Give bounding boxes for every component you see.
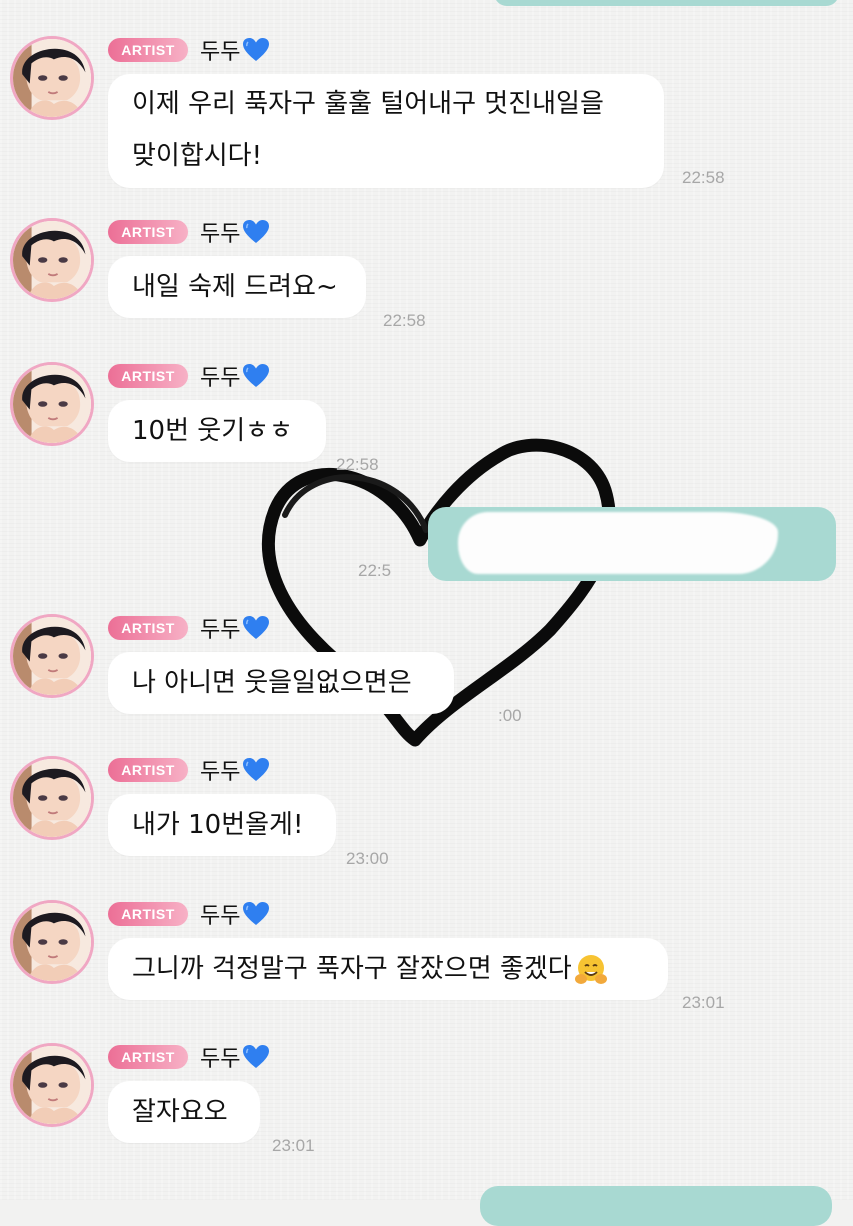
- artist-badge: ARTIST: [108, 1045, 188, 1069]
- chat-message: ARTIST 두두그니까 걱정말구 푹자구 잘잤으면 좋겠다 23:01: [0, 900, 853, 1022]
- avatar[interactable]: [10, 756, 94, 840]
- sender-name-text: 두두: [200, 222, 241, 247]
- sender-name: 두두: [200, 216, 270, 248]
- message-text: 내가 10번올게!: [132, 810, 304, 840]
- message-time: 22:58: [336, 455, 379, 474]
- artist-badge: ARTIST: [108, 758, 188, 782]
- sender-name-text: 두두: [200, 618, 241, 643]
- message-time: 23:01: [682, 993, 725, 1012]
- sender-name: 두두: [200, 754, 270, 786]
- sender-name: 두두: [200, 34, 270, 66]
- blue-heart-icon: [243, 220, 270, 243]
- avatar[interactable]: [10, 1043, 94, 1127]
- my-message-time: 22:5: [358, 561, 392, 580]
- blue-heart-icon: [243, 1045, 270, 1068]
- message-bubble[interactable]: 잘자요오: [108, 1081, 260, 1143]
- my-message-bubble-bottom[interactable]: [480, 1186, 832, 1226]
- chat-message: ARTIST 두두나 아니면 웃을일없으면은 :00: [0, 614, 853, 736]
- message-bubble[interactable]: 나 아니면 웃을일없으면은: [108, 652, 454, 714]
- chat-message: ARTIST 두두 10번 웃기ㅎㅎ 22:58: [0, 362, 853, 484]
- avatar[interactable]: [10, 614, 94, 698]
- sender-name-text: 두두: [200, 366, 241, 391]
- message-text: 맞이합시다!: [132, 141, 263, 171]
- sender-name: 두두: [200, 612, 270, 644]
- hugging-face-icon: [574, 954, 607, 984]
- message-bubble[interactable]: 10번 웃기ㅎㅎ: [108, 400, 326, 462]
- my-message-bubble-top[interactable]: [494, 0, 839, 6]
- message-text: 잘자요오: [132, 1097, 228, 1127]
- message-text: 이제 우리 푹자구 훌훌 털어내구 멋진내일을: [132, 89, 604, 119]
- censor-smear: [458, 512, 778, 574]
- avatar[interactable]: [10, 218, 94, 302]
- avatar[interactable]: [10, 900, 94, 984]
- message-time: 22:58: [383, 311, 426, 330]
- chat-message: ARTIST 두두잘자요오 23:01: [0, 1043, 853, 1165]
- blue-heart-icon: [243, 38, 270, 61]
- sender-name-text: 두두: [200, 904, 241, 929]
- artist-badge: ARTIST: [108, 902, 188, 926]
- artist-badge: ARTIST: [108, 38, 188, 62]
- blue-heart-icon: [243, 902, 270, 925]
- avatar[interactable]: [10, 362, 94, 446]
- blue-heart-icon: [243, 616, 270, 639]
- sender-name: 두두: [200, 1041, 270, 1073]
- message-bubble[interactable]: 내일 숙제 드려요~: [108, 256, 366, 318]
- message-text: 내일 숙제 드려요~: [132, 272, 338, 302]
- artist-badge: ARTIST: [108, 364, 188, 388]
- chat-message: ARTIST 두두내가 10번올게! 23:00: [0, 756, 853, 878]
- message-bubble[interactable]: 그니까 걱정말구 푹자구 잘잤으면 좋겠다: [108, 938, 668, 1000]
- message-time: 22:58: [682, 168, 725, 187]
- sender-name-text: 두두: [200, 40, 241, 65]
- message-text: 나 아니면 웃을일없으면은: [132, 668, 412, 698]
- artist-badge: ARTIST: [108, 220, 188, 244]
- sender-name: 두두: [200, 898, 270, 930]
- message-text: 10번 웃기ㅎㅎ: [132, 416, 293, 446]
- avatar[interactable]: [10, 36, 94, 120]
- message-time: 23:01: [272, 1136, 315, 1155]
- message-bubble[interactable]: 이제 우리 푹자구 훌훌 털어내구 멋진내일을맞이합시다!: [108, 74, 664, 188]
- message-bubble[interactable]: 내가 10번올게!: [108, 794, 336, 856]
- message-time: 23:00: [346, 849, 389, 868]
- chat-message: ARTIST 두두내일 숙제 드려요~ 22:58: [0, 218, 853, 340]
- sender-name-text: 두두: [200, 760, 241, 785]
- chat-message: ARTIST 두두이제 우리 푹자구 훌훌 털어내구 멋진내일을맞이합시다! 22:…: [0, 36, 853, 210]
- blue-heart-icon: [243, 364, 270, 387]
- message-text: 그니까 걱정말구 푹자구 잘잤으면 좋겠다: [132, 943, 644, 995]
- message-time: :00: [498, 706, 522, 725]
- sender-name-text: 두두: [200, 1047, 241, 1072]
- artist-badge: ARTIST: [108, 616, 188, 640]
- sender-name: 두두: [200, 360, 270, 392]
- blue-heart-icon: [243, 758, 270, 781]
